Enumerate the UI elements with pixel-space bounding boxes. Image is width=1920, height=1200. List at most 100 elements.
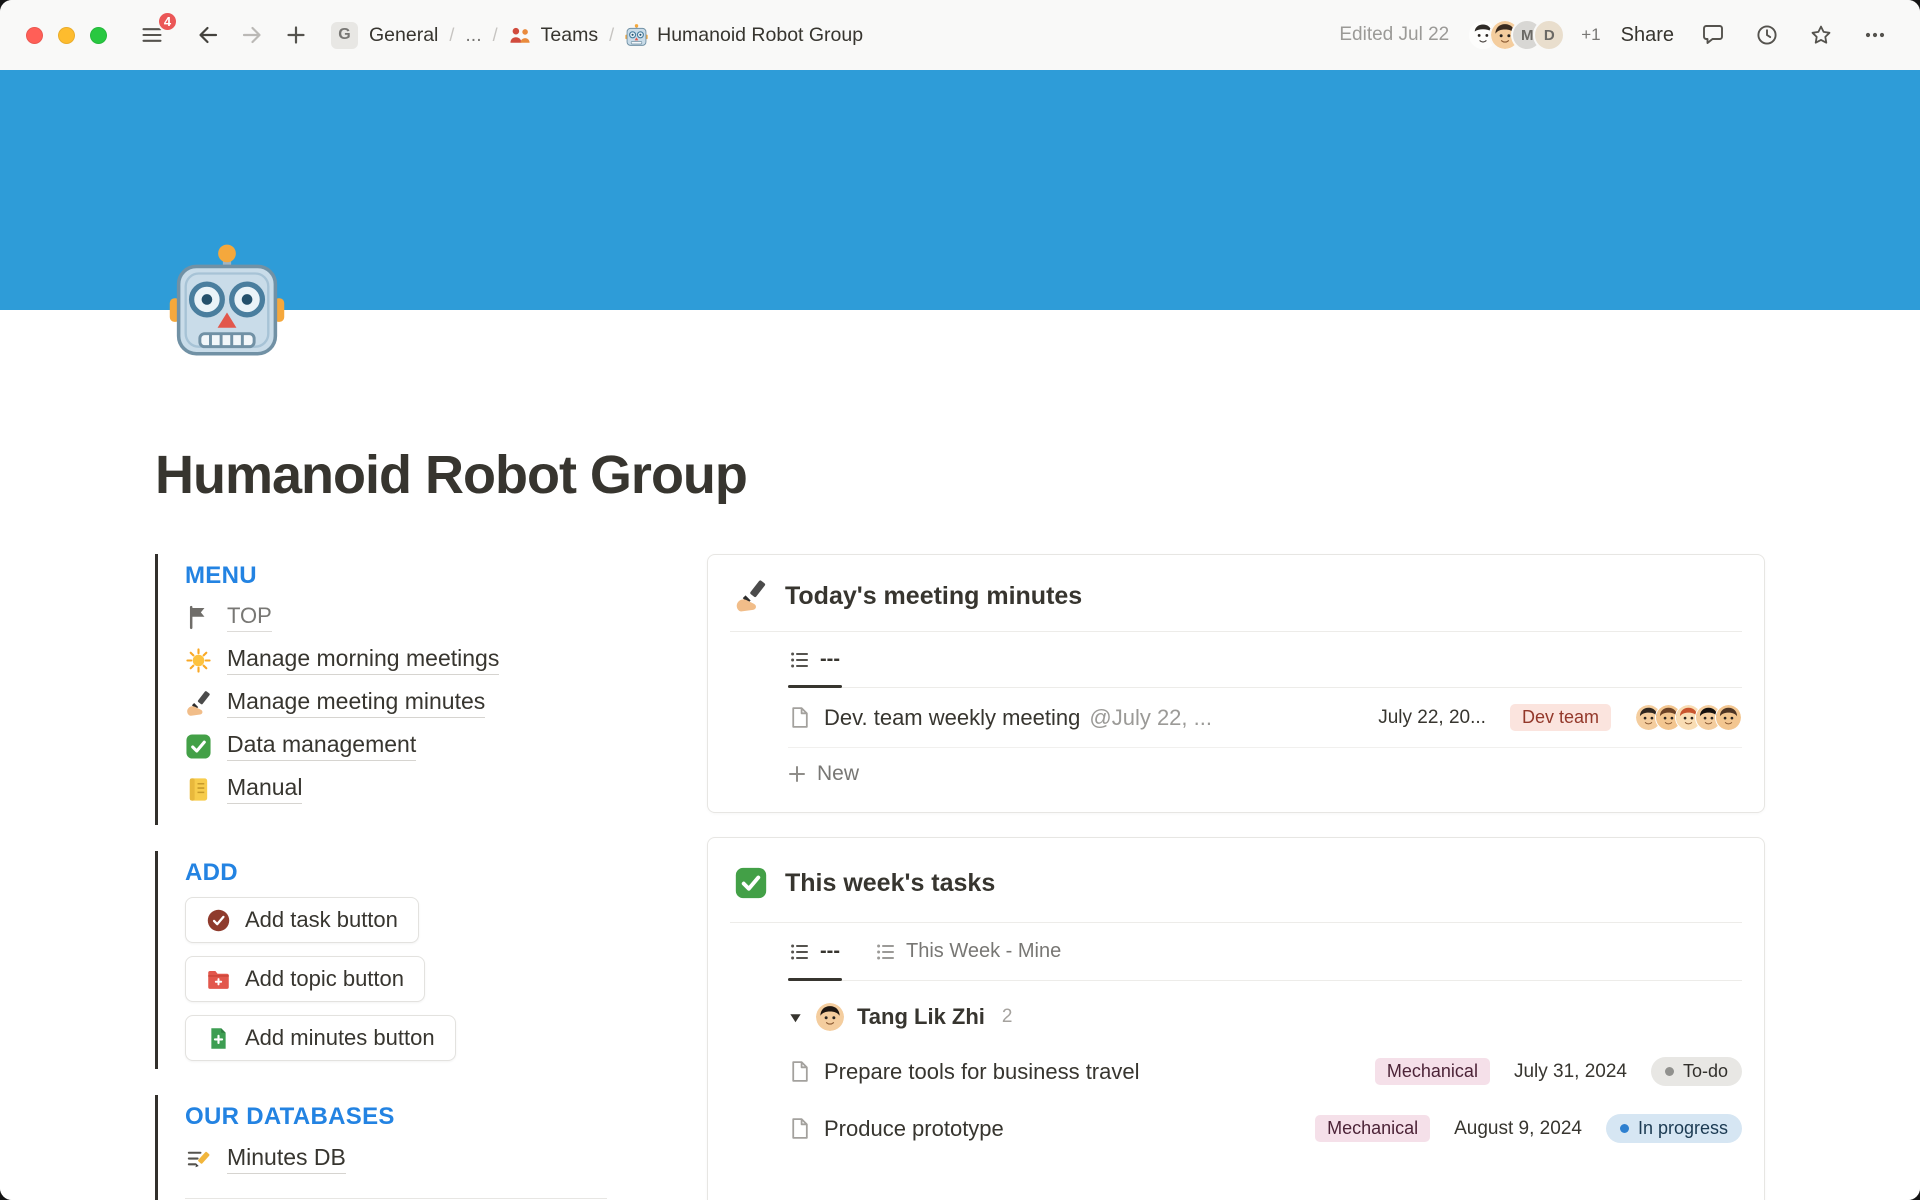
plus-icon <box>284 23 308 47</box>
add-task-label: Add task button <box>245 907 398 933</box>
page-icon-robot[interactable] <box>168 244 286 362</box>
meeting-row[interactable]: Dev. team weekly meeting @July 22, ... J… <box>788 688 1742 747</box>
meeting-title: Dev. team weekly meeting <box>824 705 1080 731</box>
category-tag[interactable]: Mechanical <box>1315 1115 1430 1142</box>
green-check-icon <box>185 733 212 760</box>
menu-link-label: Manual <box>227 774 302 804</box>
category-tag[interactable]: Mechanical <box>1375 1058 1490 1085</box>
view-tab-label: This Week - Mine <box>906 940 1061 963</box>
titlebar: 4 G General / ... / Teams / <box>0 0 1920 70</box>
new-item-button[interactable]: New <box>788 747 1742 806</box>
updates-badge: 4 <box>157 11 178 32</box>
favorite-button[interactable] <box>1802 16 1840 54</box>
notebook-icon <box>185 776 212 803</box>
add-minutes-label: Add minutes button <box>245 1025 435 1051</box>
edited-timestamp[interactable]: Edited Jul 22 <box>1339 24 1449 46</box>
writing-hand-icon <box>734 579 768 613</box>
sidebar-toggle-button[interactable]: 4 <box>133 16 171 54</box>
share-button[interactable]: Share <box>1621 24 1674 47</box>
collapse-toggle-icon[interactable] <box>788 1010 803 1025</box>
breadcrumb-ellipsis[interactable]: ... <box>465 24 481 47</box>
sun-icon <box>185 647 212 674</box>
databases-heading: OUR DATABASES <box>185 1103 607 1131</box>
breadcrumb-general[interactable]: General <box>369 24 438 47</box>
fullscreen-window-button[interactable] <box>90 27 107 44</box>
view-tab-this-week-mine[interactable]: This Week - Mine <box>874 923 1063 980</box>
breadcrumb-page-label: Humanoid Robot Group <box>657 24 863 47</box>
card-title: Today's meeting minutes <box>785 582 1082 611</box>
add-minutes-button[interactable]: Add minutes button <box>185 1015 456 1061</box>
view-tab-label: --- <box>820 940 840 963</box>
window-controls <box>26 27 107 44</box>
meeting-date: July 22, 20... <box>1378 707 1486 729</box>
updates-history-button[interactable] <box>1748 16 1786 54</box>
task-row[interactable]: Produce prototype Mechanical August 9, 2… <box>788 1100 1742 1157</box>
database-view-tabs: --- <box>788 632 1742 688</box>
team-tag[interactable]: Dev team <box>1510 704 1611 731</box>
menu-link-data-management[interactable]: Data management <box>185 731 607 761</box>
menu-link-label: Data management <box>227 731 416 761</box>
top-link[interactable]: TOP <box>185 603 607 632</box>
task-row[interactable]: Prepare tools for business travel Mechan… <box>788 1043 1742 1100</box>
red-folder-icon <box>206 967 231 992</box>
due-date: August 9, 2024 <box>1454 1118 1582 1140</box>
due-date: July 31, 2024 <box>1514 1061 1627 1083</box>
back-button[interactable] <box>189 16 227 54</box>
close-window-button[interactable] <box>26 27 43 44</box>
attendee-avatars <box>1635 704 1742 731</box>
task-properties: Mechanical August 9, 2024 In progress <box>1315 1114 1742 1143</box>
add-heading: ADD <box>185 859 607 887</box>
page-cover[interactable] <box>0 70 1920 310</box>
star-icon <box>1809 23 1833 47</box>
page-columns: MENU TOP Manage morning meetings <box>155 554 1765 1200</box>
tasks-database: --- This Week - Mine <box>788 923 1742 1157</box>
more-options-button[interactable] <box>1856 16 1894 54</box>
meeting-date-mention: @July 22, ... <box>1089 705 1212 731</box>
avatar-overflow-count[interactable]: +1 <box>1581 25 1600 45</box>
page-doc-icon <box>788 1117 811 1140</box>
status-badge[interactable]: To-do <box>1651 1057 1742 1086</box>
menu-link-morning-meetings[interactable]: Manage morning meetings <box>185 645 607 675</box>
arrow-left-icon <box>196 23 220 47</box>
add-task-button[interactable]: Add task button <box>185 897 419 943</box>
clock-icon <box>1755 23 1779 47</box>
weekly-tasks-card: This week's tasks --- This Week - Mine <box>707 837 1765 1200</box>
databases-section: OUR DATABASES Minutes DB <box>155 1095 607 1200</box>
green-check-icon <box>734 866 768 900</box>
view-tab[interactable]: --- <box>788 923 842 980</box>
breadcrumb-teams[interactable]: Teams <box>509 24 598 47</box>
assignee-group-row[interactable]: Tang Lik Zhi 2 <box>788 981 1742 1043</box>
card-title: This week's tasks <box>785 869 995 898</box>
view-tab[interactable]: --- <box>788 632 842 687</box>
green-doc-icon <box>206 1026 231 1051</box>
add-section: ADD Add task button Add topi <box>155 851 607 1069</box>
minutes-db-link[interactable]: Minutes DB <box>185 1144 607 1174</box>
flag-icon <box>185 604 212 631</box>
arrow-right-icon <box>240 23 264 47</box>
status-badge[interactable]: In progress <box>1606 1114 1742 1143</box>
comments-button[interactable] <box>1694 16 1732 54</box>
task-title: Prepare tools for business travel <box>824 1059 1140 1085</box>
card-header: This week's tasks <box>730 838 1742 923</box>
notion-window: 4 G General / ... / Teams / <box>0 0 1920 1200</box>
ellipsis-icon <box>1863 23 1887 47</box>
menu-link-label: Manage morning meetings <box>227 645 499 675</box>
minimize-window-button[interactable] <box>58 27 75 44</box>
menu-link-meeting-minutes[interactable]: Manage meeting minutes <box>185 688 607 718</box>
page-title: Humanoid Robot Group <box>155 444 1765 506</box>
breadcrumb-current-page[interactable]: Humanoid Robot Group <box>625 24 863 47</box>
new-tab-button[interactable] <box>277 16 315 54</box>
new-item-label: New <box>817 762 859 786</box>
menu-link-manual[interactable]: Manual <box>185 774 607 804</box>
workspace-icon[interactable]: G <box>331 22 358 49</box>
collaborator-avatar-initial: D <box>1533 19 1565 51</box>
collaborator-avatars[interactable]: M D <box>1467 19 1565 51</box>
teams-people-icon <box>509 24 532 47</box>
top-link-label: TOP <box>227 603 272 632</box>
add-topic-button[interactable]: Add topic button <box>185 956 425 1002</box>
list-view-icon <box>790 942 810 962</box>
menu-section: MENU TOP Manage morning meetings <box>155 554 607 825</box>
database-view-tabs: --- This Week - Mine <box>788 923 1742 981</box>
minutes-db-label: Minutes DB <box>227 1144 346 1174</box>
forward-button[interactable] <box>233 16 271 54</box>
